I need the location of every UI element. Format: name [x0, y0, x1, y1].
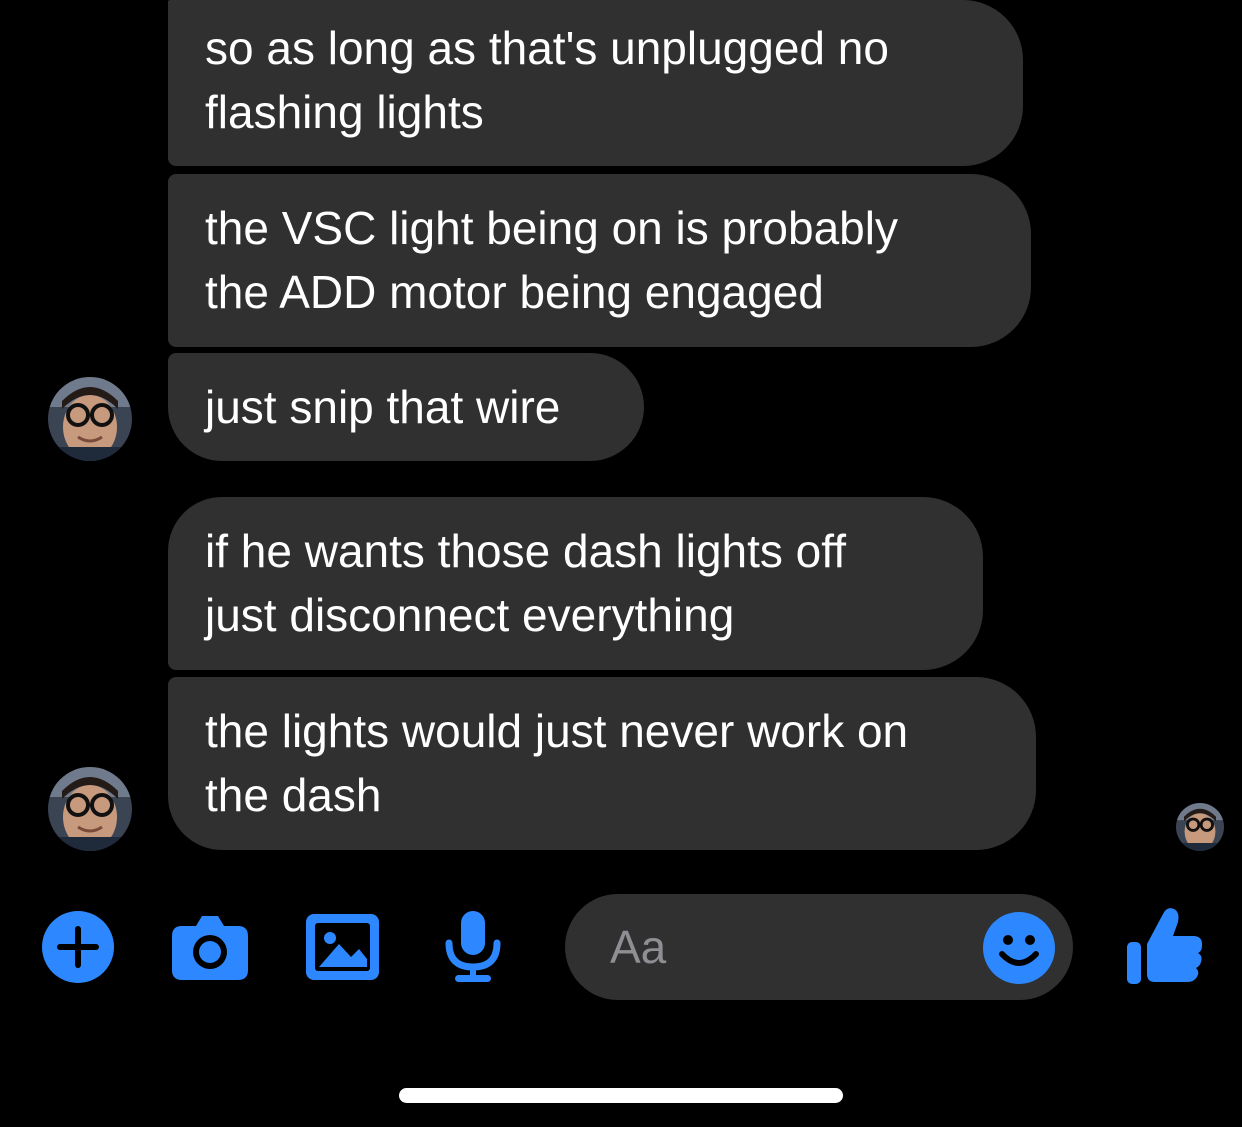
avatar-image [48, 377, 132, 461]
message-line: flashing lights [205, 86, 484, 138]
input-placeholder: Aa [610, 921, 667, 973]
read-receipt-avatar [1176, 803, 1224, 851]
message-bubble[interactable]: the VSC light being on is probably the A… [168, 174, 1031, 347]
message-bubble[interactable]: if he wants those dash lights off just d… [168, 497, 983, 670]
message-bubble[interactable]: the lights would just never work on the … [168, 677, 1036, 850]
emoji-icon[interactable] [983, 912, 1055, 984]
message-line: the ADD motor being engaged [205, 266, 824, 318]
message-bubble[interactable]: just snip that wire [168, 353, 644, 461]
home-indicator[interactable] [399, 1088, 843, 1103]
message-line: just snip that wire [205, 381, 561, 433]
plus-icon[interactable] [42, 911, 114, 983]
avatar-image [48, 767, 132, 851]
message-line: the lights would just never work on [205, 705, 909, 757]
message-line: the dash [205, 769, 382, 821]
message-line: so as long as that's unplugged no [205, 22, 889, 74]
sender-avatar[interactable] [48, 767, 132, 851]
thumbs-up-icon[interactable] [1127, 906, 1203, 984]
message-line: the VSC light being on is probably [205, 202, 898, 254]
sender-avatar[interactable] [48, 377, 132, 461]
message-bubble[interactable]: so as long as that's unplugged no flashi… [168, 0, 1023, 166]
message-line: if he wants those dash lights off [205, 525, 846, 577]
read-receipt-image [1176, 803, 1224, 851]
camera-icon[interactable] [172, 914, 248, 980]
message-line: just disconnect everything [205, 589, 735, 641]
message-input[interactable]: Aa [565, 894, 1073, 1000]
gallery-icon[interactable] [306, 914, 379, 980]
microphone-icon[interactable] [441, 909, 505, 985]
